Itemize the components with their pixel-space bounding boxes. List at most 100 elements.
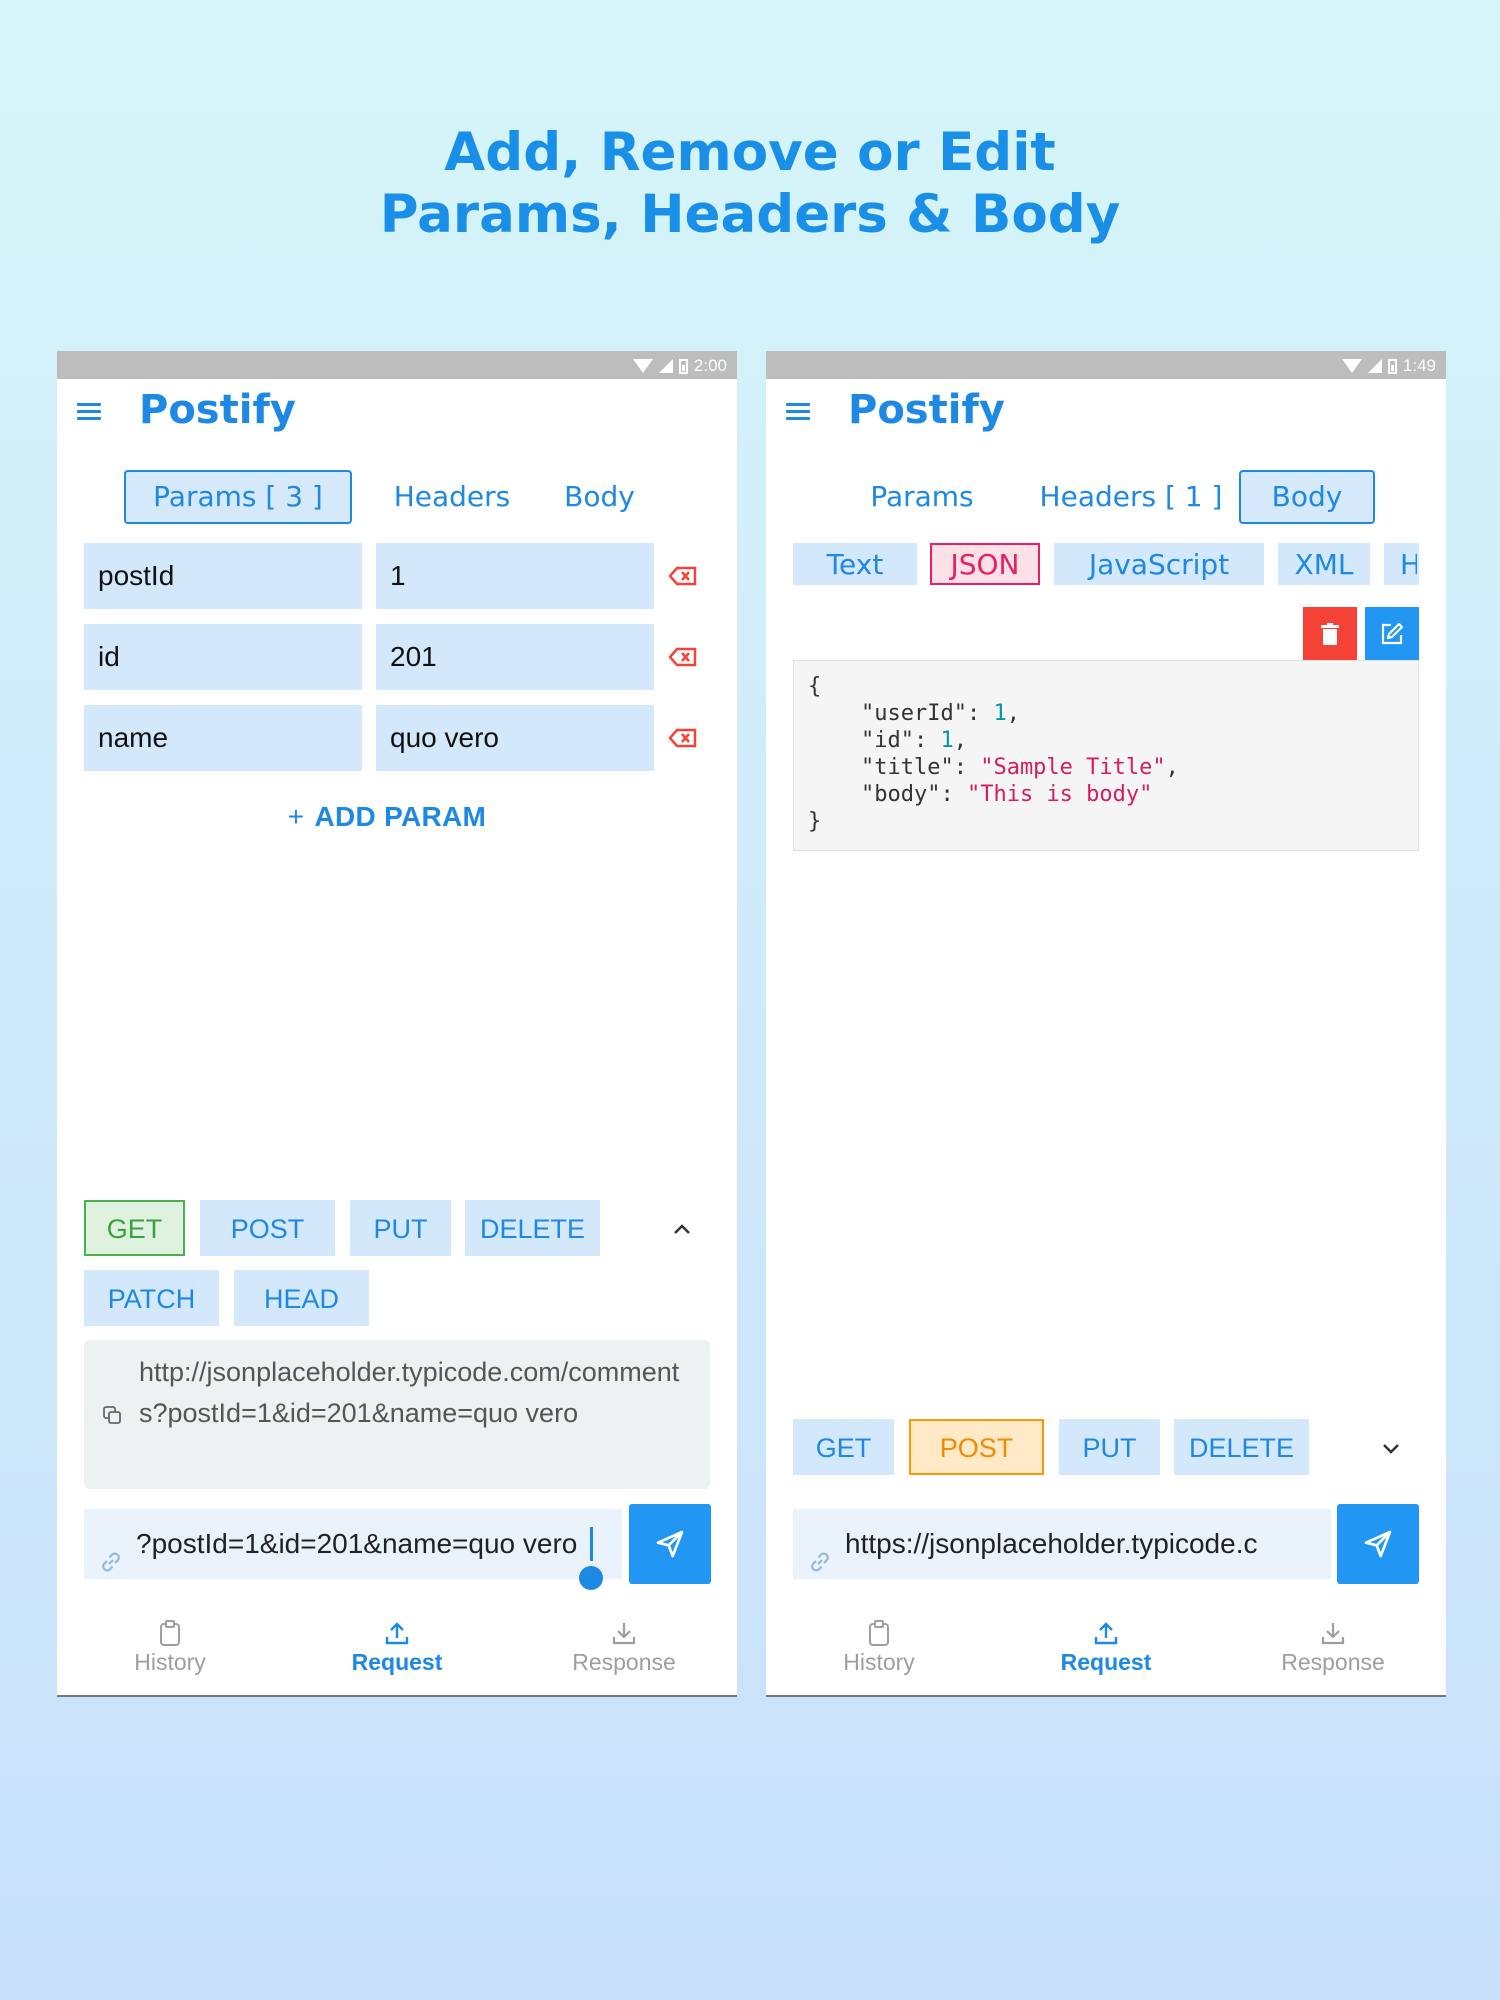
trash-icon [1321,623,1339,645]
method-post[interactable]: POST [200,1200,335,1256]
json-value: "Sample Title" [980,755,1166,780]
body-type-javascript[interactable]: JavaScript [1054,543,1264,585]
nav-response-label: Response [572,1649,676,1675]
method-delete[interactable]: DELETE [1174,1419,1309,1475]
method-put[interactable]: PUT [350,1200,451,1256]
nav-history[interactable]: History [779,1619,979,1676]
status-time: 1:49 [1402,356,1436,375]
download-icon [1321,1623,1345,1645]
add-param-button[interactable]: + ADD PARAM [217,801,557,833]
status-bar: 2:00 [57,351,737,379]
wifi-icon [1341,359,1362,373]
signal-icon [658,359,673,373]
tab-headers[interactable]: Headers [372,470,532,524]
json-key: "title" [860,755,954,780]
body-type-html[interactable]: H [1384,543,1419,585]
status-bar: 1:49 [766,351,1446,379]
add-param-label: ADD PARAM [314,801,487,832]
tab-params[interactable]: Params [ 3 ] [124,470,352,524]
menu-icon[interactable] [77,403,101,421]
nav-request-label: Request [351,1649,443,1675]
delete-body-button[interactable] [1303,607,1357,661]
battery-icon [678,358,688,374]
text-cursor [590,1527,593,1561]
param-value-field[interactable]: 201 [376,624,654,690]
json-body-editor[interactable]: { "userId": 1, "id": 1, "title": "Sample… [793,660,1419,851]
nav-response[interactable]: Response [1233,1619,1433,1676]
param-value-field[interactable]: quo vero [376,705,654,771]
edit-icon [1381,622,1404,645]
send-icon [1364,1530,1392,1558]
method-get[interactable]: GET [793,1419,894,1475]
headline: Add, Remove or Edit Params, Headers & Bo… [0,122,1500,246]
phone-body-screen: 1:49 Postify Params Headers [ 1 ] Body T… [766,351,1446,1697]
nav-response[interactable]: Response [524,1619,724,1676]
upload-icon [385,1622,409,1645]
menu-icon[interactable] [786,403,810,421]
json-open-brace: { [808,674,822,699]
param-key-field[interactable]: id [84,624,362,690]
param-key-field[interactable]: postId [84,543,362,609]
url-input-value: ?postId=1&id=201&name=quo vero [136,1528,578,1559]
method-get[interactable]: GET [84,1200,185,1256]
json-value: 1 [940,728,954,753]
headline-line-1: Add, Remove or Edit [444,122,1056,183]
headline-line-2: Params, Headers & Body [379,184,1121,245]
clipboard-icon [869,1620,889,1646]
remove-param-icon[interactable] [669,728,697,748]
json-value: "This is body" [966,782,1153,807]
json-key: "id" [860,728,914,753]
method-head[interactable]: HEAD [234,1270,369,1326]
tab-headers[interactable]: Headers [ 1 ] [1031,470,1231,524]
nav-request[interactable]: Request [297,1619,497,1676]
tab-params[interactable]: Params [852,470,992,524]
app-title: Postify [848,387,1005,433]
remove-param-icon[interactable] [669,566,697,586]
url-input[interactable]: ?postId=1&id=201&name=quo vero [84,1509,622,1579]
method-post[interactable]: POST [909,1419,1044,1475]
battery-icon [1387,358,1397,374]
status-time: 2:00 [693,356,727,375]
body-type-text[interactable]: Text [793,543,917,585]
send-button[interactable] [1337,1504,1419,1584]
remove-param-icon[interactable] [669,647,697,667]
json-close-brace: } [808,809,822,834]
download-icon [612,1623,636,1645]
json-key: "userId" [860,701,967,726]
wifi-icon [632,359,653,373]
plus-icon: + [287,801,305,832]
link-icon [98,1531,124,1579]
method-put[interactable]: PUT [1059,1419,1160,1475]
nav-request[interactable]: Request [1006,1619,1206,1676]
signal-icon [1367,359,1382,373]
body-type-xml[interactable]: XML [1278,543,1370,585]
app-title: Postify [139,387,296,433]
send-icon [656,1530,684,1558]
url-preview-box: http://jsonplaceholder.typicode.com/comm… [84,1340,710,1489]
chevron-up-icon[interactable] [670,1217,694,1241]
copy-icon[interactable] [102,1405,122,1430]
edit-body-button[interactable] [1365,607,1419,661]
nav-history-label: History [134,1649,206,1675]
body-type-json[interactable]: JSON [930,543,1040,585]
method-patch[interactable]: PATCH [84,1270,219,1326]
method-delete[interactable]: DELETE [465,1200,600,1256]
param-value-field[interactable]: 1 [376,543,654,609]
upload-icon [1094,1622,1118,1645]
chevron-down-icon[interactable] [1379,1436,1403,1460]
nav-history-label: History [843,1649,915,1675]
clipboard-icon [160,1620,180,1646]
tab-body[interactable]: Body [537,470,662,524]
tab-body[interactable]: Body [1239,470,1375,524]
link-icon [807,1531,833,1579]
url-input[interactable]: https://jsonplaceholder.typicode.c [793,1509,1331,1579]
nav-response-label: Response [1281,1649,1385,1675]
json-value: 1 [993,701,1007,726]
nav-request-label: Request [1060,1649,1152,1675]
cursor-handle[interactable] [579,1566,603,1590]
json-key: "body" [860,782,941,807]
send-button[interactable] [629,1504,711,1584]
param-key-field[interactable]: name [84,705,362,771]
url-preview-text: http://jsonplaceholder.typicode.com/comm… [139,1357,680,1428]
nav-history[interactable]: History [70,1619,270,1676]
